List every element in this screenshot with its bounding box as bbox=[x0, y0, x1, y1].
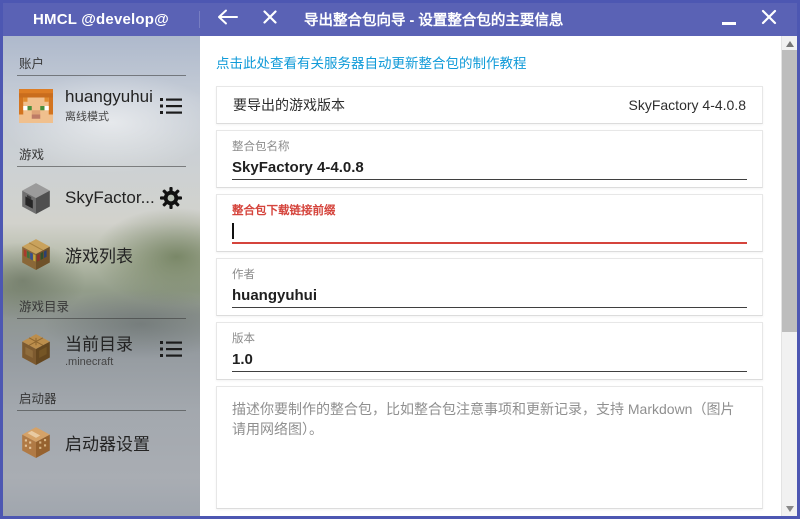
list-icon bbox=[160, 97, 182, 115]
sidebar-item-launcher-settings[interactable]: 启动器设置 bbox=[15, 415, 188, 466]
sidebar-item-account[interactable]: huangyuhui 离线模式 bbox=[15, 80, 188, 131]
triangle-down-icon bbox=[786, 506, 794, 512]
sidebar-item-game-list[interactable]: 游戏列表 bbox=[15, 225, 188, 283]
version-texts: SkyFactor... bbox=[65, 188, 158, 208]
page-title: 导出整合包向导 - 设置整合包的主要信息 bbox=[304, 9, 563, 30]
app-title: HMCL @develop@ bbox=[3, 11, 200, 28]
window-close-button[interactable] bbox=[749, 3, 789, 36]
gear-icon bbox=[159, 186, 183, 210]
main-content: 点击此处查看有关服务器自动更新整合包的制作教程 要导出的游戏版本 SkyFact… bbox=[200, 36, 781, 516]
section-header-game: 游戏 bbox=[17, 144, 186, 167]
launcher-settings-texts: 启动器设置 bbox=[65, 430, 184, 455]
account-mode: 离线模式 bbox=[65, 108, 158, 124]
scroll-up-button[interactable] bbox=[782, 36, 797, 51]
crafting-table-block-icon bbox=[19, 332, 53, 366]
description-placeholder: 描述你要制作的整合包，比如整合包注意事项和更新记录，支持 Markdown（图片… bbox=[232, 399, 747, 440]
minimize-button[interactable] bbox=[709, 3, 749, 36]
description-textarea[interactable]: 描述你要制作的整合包，比如整合包注意事项和更新记录，支持 Markdown（图片… bbox=[216, 386, 763, 509]
author-label: 作者 bbox=[232, 266, 747, 282]
back-button[interactable] bbox=[206, 3, 250, 36]
version-settings-button[interactable] bbox=[158, 186, 184, 210]
x-icon bbox=[761, 9, 777, 30]
arrow-left-icon bbox=[217, 9, 239, 30]
hmcl-window: HMCL @develop@ 导出整合包向导 - 设置整合包的主要信息 bbox=[0, 0, 800, 519]
modpack-name-label: 整合包名称 bbox=[232, 138, 747, 154]
field-version: 版本 1.0 bbox=[216, 322, 763, 380]
current-directory-label: 当前目录 bbox=[65, 330, 158, 355]
directory-list-button[interactable] bbox=[158, 340, 184, 358]
player-avatar bbox=[19, 89, 53, 123]
launcher-settings-label: 启动器设置 bbox=[65, 430, 184, 455]
export-version-label: 要导出的游戏版本 bbox=[233, 95, 345, 115]
version-input[interactable]: 1.0 bbox=[232, 349, 747, 372]
section-header-launcher: 启动器 bbox=[17, 388, 186, 411]
bookshelf-block-icon bbox=[19, 237, 53, 271]
current-directory-path: .minecraft bbox=[65, 356, 158, 368]
sidebar: 账户 bbox=[3, 36, 200, 516]
modpack-name-input[interactable]: SkyFactory 4-4.0.8 bbox=[232, 157, 747, 180]
dropper-block-icon bbox=[19, 425, 53, 459]
field-modpack-name: 整合包名称 SkyFactory 4-4.0.8 bbox=[216, 130, 763, 188]
scroll-down-button[interactable] bbox=[782, 501, 797, 516]
author-value: huangyuhui bbox=[232, 287, 317, 304]
furnace-block-icon bbox=[19, 181, 53, 215]
field-download-prefix: 整合包下载链接前缀 bbox=[216, 194, 763, 252]
titlebar-main: 导出整合包向导 - 设置整合包的主要信息 bbox=[200, 3, 797, 36]
vertical-scrollbar bbox=[781, 36, 797, 516]
version-label: 版本 bbox=[232, 330, 747, 346]
export-version-value: SkyFactory 4-4.0.8 bbox=[629, 97, 747, 113]
export-version-row: 要导出的游戏版本 SkyFactory 4-4.0.8 bbox=[216, 86, 763, 124]
triangle-up-icon bbox=[786, 41, 794, 47]
titlebar: HMCL @develop@ 导出整合包向导 - 设置整合包的主要信息 bbox=[3, 3, 797, 36]
scrollbar-thumb[interactable] bbox=[782, 50, 797, 332]
download-prefix-input[interactable] bbox=[232, 221, 747, 244]
sidebar-item-current-directory[interactable]: 当前目录 .minecraft bbox=[15, 323, 188, 375]
minimize-icon bbox=[722, 22, 736, 25]
author-input[interactable]: huangyuhui bbox=[232, 285, 747, 308]
modpack-name-value: SkyFactory 4-4.0.8 bbox=[232, 159, 364, 176]
account-list-button[interactable] bbox=[158, 97, 184, 115]
game-list-label: 游戏列表 bbox=[65, 242, 184, 267]
text-caret bbox=[232, 223, 234, 239]
game-list-texts: 游戏列表 bbox=[65, 242, 184, 267]
x-icon bbox=[263, 10, 277, 29]
section-header-directory: 游戏目录 bbox=[17, 296, 186, 319]
version-name: SkyFactor... bbox=[65, 188, 158, 208]
list-icon bbox=[160, 340, 182, 358]
version-value: 1.0 bbox=[232, 351, 253, 368]
account-name: huangyuhui bbox=[65, 87, 158, 107]
account-texts: huangyuhui 离线模式 bbox=[65, 87, 158, 124]
current-directory-texts: 当前目录 .minecraft bbox=[65, 330, 158, 368]
download-prefix-label: 整合包下载链接前缀 bbox=[232, 202, 747, 218]
section-header-account: 账户 bbox=[17, 53, 186, 76]
tutorial-link[interactable]: 点击此处查看有关服务器自动更新整合包的制作教程 bbox=[216, 52, 763, 72]
field-author: 作者 huangyuhui bbox=[216, 258, 763, 316]
wizard-close-button[interactable] bbox=[250, 3, 290, 36]
app-body: 账户 bbox=[3, 36, 797, 516]
sidebar-item-version[interactable]: SkyFactor... bbox=[15, 171, 188, 225]
